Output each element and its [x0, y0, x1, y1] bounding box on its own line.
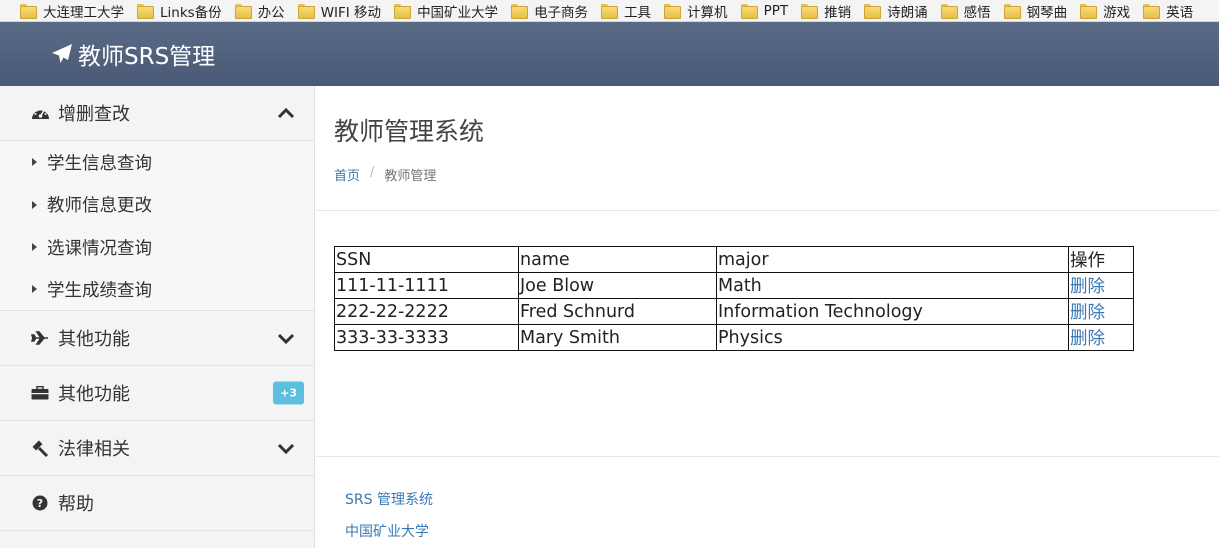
folder-icon [1143, 4, 1161, 19]
bookmark-item[interactable]: 办公 [234, 1, 285, 21]
caret-right-icon [32, 200, 37, 209]
sidebar: 增删查改 学生信息查询 教师信息更改 选课情况查询 学生成绩查询 其他功能 其他… [0, 86, 315, 548]
bookmark-item[interactable]: 计算机 [664, 1, 728, 21]
sidebar-item-course-query[interactable]: 选课情况查询 [0, 226, 314, 269]
cell-major: Information Technology [716, 298, 1069, 325]
folder-icon [740, 4, 758, 19]
cell-name: Fred Schnurd [518, 298, 717, 325]
sidebar-menu-crud[interactable]: 增删查改 [0, 86, 314, 141]
folder-icon [664, 4, 682, 19]
divider [316, 456, 1219, 457]
briefcase-icon [30, 384, 50, 402]
bookmark-item[interactable]: 感悟 [940, 1, 991, 21]
column-header: SSN [334, 246, 519, 273]
sidebar-menu-label: 帮助 [58, 494, 94, 515]
teacher-table: SSN name major 操作 111-11-1111 Joe Blow M… [334, 246, 1134, 351]
cell-name: Mary Smith [518, 324, 717, 351]
question-circle-icon: ? [30, 494, 50, 512]
cell-ssn: 222-22-2222 [334, 298, 519, 325]
sidebar-menu-law[interactable]: 法律相关 [0, 421, 314, 476]
delete-link[interactable]: 删除 [1068, 324, 1134, 351]
bookmarks-bar: 大连理工大学 Links备份 办公 WIFI 移动 中国矿业大学 电子商务 工具… [0, 0, 1219, 22]
cell-name: Joe Blow [518, 272, 717, 299]
breadcrumb-separator: / [370, 165, 375, 180]
sidebar-menu-other-1[interactable]: 其他功能 [0, 311, 314, 366]
folder-icon [601, 4, 619, 19]
chevron-down-icon [277, 443, 295, 455]
divider [316, 210, 1219, 211]
table-row: 222-22-2222 Fred Schnurd Information Tec… [334, 298, 1134, 325]
breadcrumb-home-link[interactable]: 首页 [334, 165, 360, 184]
folder-icon [20, 4, 37, 19]
breadcrumb: 首页 / 教师管理 [334, 165, 436, 184]
count-badge: +3 [273, 381, 304, 405]
folder-icon [234, 4, 252, 19]
dashboard-icon [30, 104, 50, 122]
column-header: major [716, 246, 1069, 273]
column-header: name [518, 246, 717, 273]
folder-icon [1003, 4, 1021, 19]
chevron-up-icon [277, 107, 295, 119]
sidebar-menu-help[interactable]: ? 帮助 [0, 476, 314, 531]
folder-icon [137, 4, 154, 19]
folder-icon [940, 4, 958, 19]
caret-right-icon [32, 243, 37, 252]
delete-link[interactable]: 删除 [1068, 272, 1134, 299]
table-header-row: SSN name major 操作 [334, 246, 1134, 273]
column-header: 操作 [1068, 246, 1134, 273]
page-title: 教师管理系统 [334, 117, 485, 146]
sidebar-menu-label: 法律相关 [58, 439, 130, 460]
gavel-icon [30, 439, 50, 457]
delete-link[interactable]: 删除 [1068, 298, 1134, 325]
cell-ssn: 111-11-1111 [334, 272, 519, 299]
folder-icon [801, 4, 819, 19]
bookmark-item[interactable]: 诗朗诵 [864, 1, 928, 21]
bookmark-item[interactable]: 大连理工大学 [20, 1, 124, 21]
bookmark-item[interactable]: 钢琴曲 [1003, 1, 1067, 21]
folder-icon [511, 4, 529, 19]
paper-plane-icon [52, 44, 72, 63]
footer-link-cumt[interactable]: 中国矿业大学 [345, 521, 429, 541]
bookmark-item[interactable]: 中国矿业大学 [394, 1, 498, 21]
plane-icon [30, 329, 50, 347]
sidebar-item-student-query[interactable]: 学生信息查询 [0, 141, 314, 184]
brand-link[interactable]: 教师SRS管理 [50, 37, 215, 71]
brand-title: 教师SRS管理 [78, 44, 216, 70]
caret-right-icon [32, 285, 37, 294]
bookmark-item[interactable]: PPT [740, 3, 788, 19]
bookmark-item[interactable]: Links备份 [137, 1, 222, 21]
bookmark-item[interactable]: 电子商务 [511, 1, 588, 21]
bookmark-item[interactable]: 推销 [801, 1, 851, 21]
folder-icon [394, 4, 412, 19]
bookmark-item[interactable]: 英语 [1143, 1, 1193, 21]
folder-icon [864, 4, 882, 19]
table-row: 111-11-1111 Joe Blow Math 删除 [334, 272, 1134, 299]
bookmark-item[interactable]: 工具 [601, 1, 651, 21]
sidebar-menu-label: 其他功能 [58, 384, 130, 405]
svg-text:?: ? [37, 497, 43, 510]
bookmark-item[interactable]: WIFI 移动 [297, 1, 381, 21]
footer-link-srs[interactable]: SRS 管理系统 [345, 489, 433, 509]
cell-major: Math [716, 272, 1069, 299]
sidebar-menu-label: 其他功能 [58, 329, 130, 350]
folder-icon [297, 4, 315, 19]
table-row: 333-33-3333 Mary Smith Physics 删除 [334, 324, 1134, 351]
sidebar-item-grade-query[interactable]: 学生成绩查询 [0, 268, 314, 311]
top-navbar: 教师SRS管理 [0, 22, 1219, 86]
caret-right-icon [32, 158, 37, 167]
chevron-down-icon [277, 333, 295, 345]
cell-ssn: 333-33-3333 [334, 324, 519, 351]
sidebar-menu-label: 增删查改 [58, 104, 130, 125]
bookmark-item[interactable]: 游戏 [1080, 1, 1130, 21]
breadcrumb-current: 教师管理 [384, 169, 437, 184]
sidebar-item-teacher-edit[interactable]: 教师信息更改 [0, 183, 314, 226]
folder-icon [1080, 4, 1098, 19]
cell-major: Physics [716, 324, 1069, 351]
sidebar-menu-other-2[interactable]: 其他功能 +3 [0, 366, 314, 421]
